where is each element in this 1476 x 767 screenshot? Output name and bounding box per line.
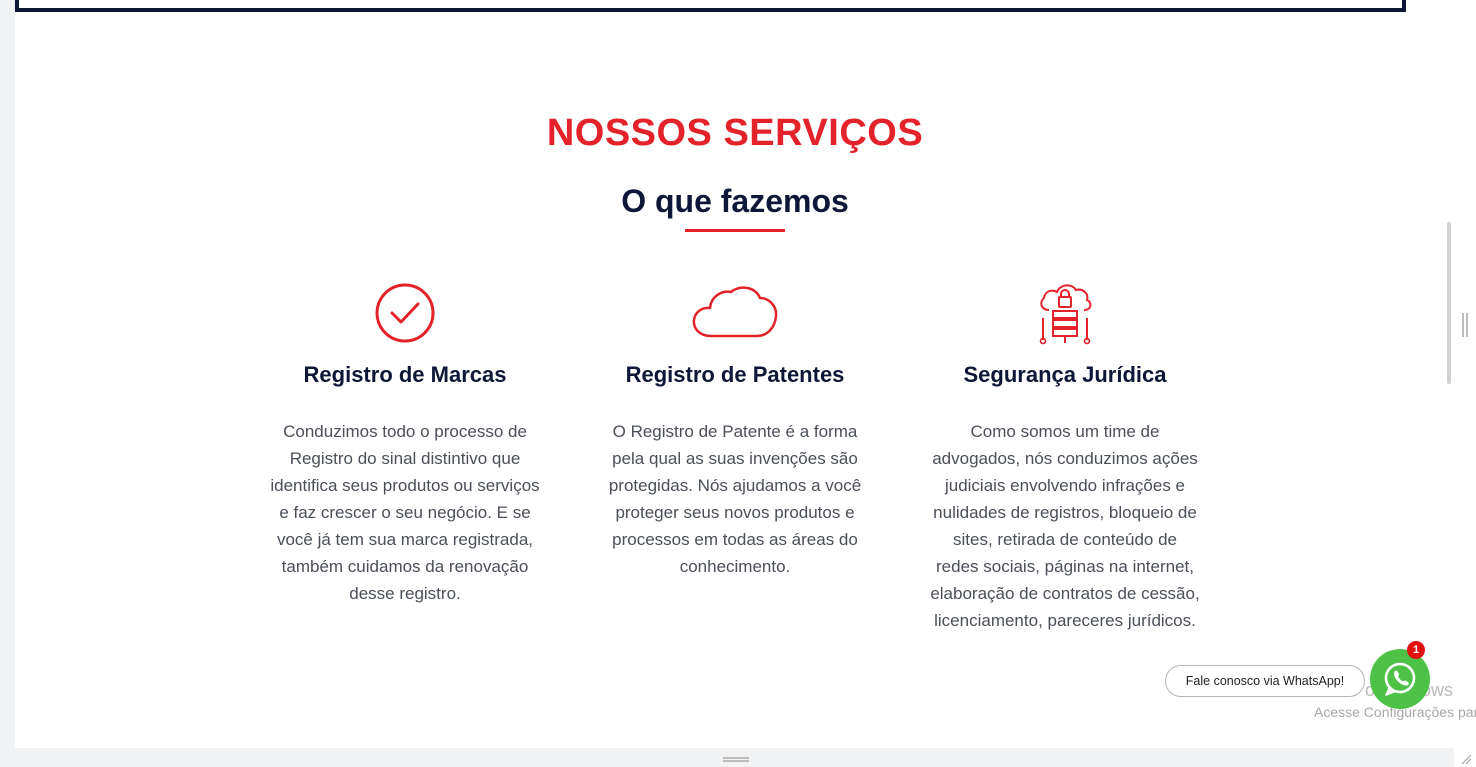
side-drag-handle[interactable] (1462, 313, 1468, 337)
service-title: Registro de Patentes (625, 362, 845, 387)
cloud-icon (692, 286, 778, 338)
service-title: Registro de Marcas (303, 362, 507, 387)
service-description: Como somos um time de advogados, nós con… (930, 422, 1200, 630)
secure-server-icon (1039, 284, 1092, 345)
window-edge (1454, 0, 1476, 767)
service-card-seguranca: Segurança Jurídica Como somos um time de… (925, 280, 1205, 634)
whatsapp-prompt[interactable]: Fale conosco via WhatsApp! (1165, 665, 1365, 697)
previous-section-border (15, 0, 1406, 12)
service-description: Conduzimos todo o processo de Registro d… (270, 422, 540, 603)
service-card-marcas: Registro de Marcas Conduzimos todo o pro… (265, 280, 545, 607)
heading-underline (685, 229, 785, 232)
bottom-drag-handle[interactable] (723, 757, 749, 762)
whatsapp-icon (1384, 662, 1416, 696)
service-description: O Registro de Patente é a forma pela qua… (608, 422, 862, 576)
check-circle-icon (375, 283, 435, 343)
resize-grip-icon[interactable] (1460, 753, 1472, 765)
whatsapp-notification-badge: 1 (1407, 641, 1425, 659)
service-title: Segurança Jurídica (963, 362, 1167, 387)
whatsapp-button[interactable] (1370, 649, 1430, 709)
section-kicker: NOSSOS SERVIÇOS (546, 112, 924, 154)
page-scrollbar[interactable] (1447, 222, 1451, 384)
page-content: NOSSOS SERVIÇOS O que fazemos Registro d… (15, 0, 1454, 748)
service-card-patentes: Registro de Patentes O Registro de Paten… (595, 280, 875, 580)
section-heading: O que fazemos (621, 183, 849, 219)
